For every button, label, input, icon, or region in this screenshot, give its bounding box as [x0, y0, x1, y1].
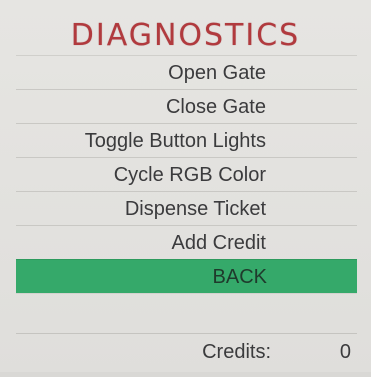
menu-item-toggle-button-lights[interactable]: Toggle Button Lights	[16, 123, 357, 157]
menu-item-label: Add Credit	[171, 232, 267, 254]
screen-bottom-edge	[0, 372, 371, 377]
credits-value: 0	[339, 341, 351, 363]
page-title: DIAGNOSTICS	[70, 18, 301, 53]
menu-item-open-gate[interactable]: Open Gate	[16, 55, 357, 89]
menu-item-dispense-ticket[interactable]: Dispense Ticket	[16, 191, 357, 225]
diagnostics-screen: DIAGNOSTICS Open Gate Close Gate Toggle …	[0, 0, 371, 377]
menu-item-label: Toggle Button Lights	[84, 130, 266, 152]
back-button-label: BACK	[212, 266, 267, 288]
credits-row: Credits: 0	[16, 333, 357, 369]
menu-item-label: Open Gate	[168, 62, 266, 84]
back-button[interactable]: BACK	[16, 259, 357, 293]
diagnostics-menu: Open Gate Close Gate Toggle Button Light…	[16, 55, 357, 369]
menu-spacer	[16, 293, 357, 333]
menu-item-close-gate[interactable]: Close Gate	[16, 89, 357, 123]
menu-item-label: Dispense Ticket	[124, 198, 266, 220]
menu-item-cycle-rgb-color[interactable]: Cycle RGB Color	[16, 157, 357, 191]
credits-label: Credits:	[202, 341, 271, 363]
menu-item-add-credit[interactable]: Add Credit	[16, 225, 357, 259]
menu-item-label: Cycle RGB Color	[113, 164, 266, 186]
menu-item-label: Close Gate	[165, 96, 266, 118]
